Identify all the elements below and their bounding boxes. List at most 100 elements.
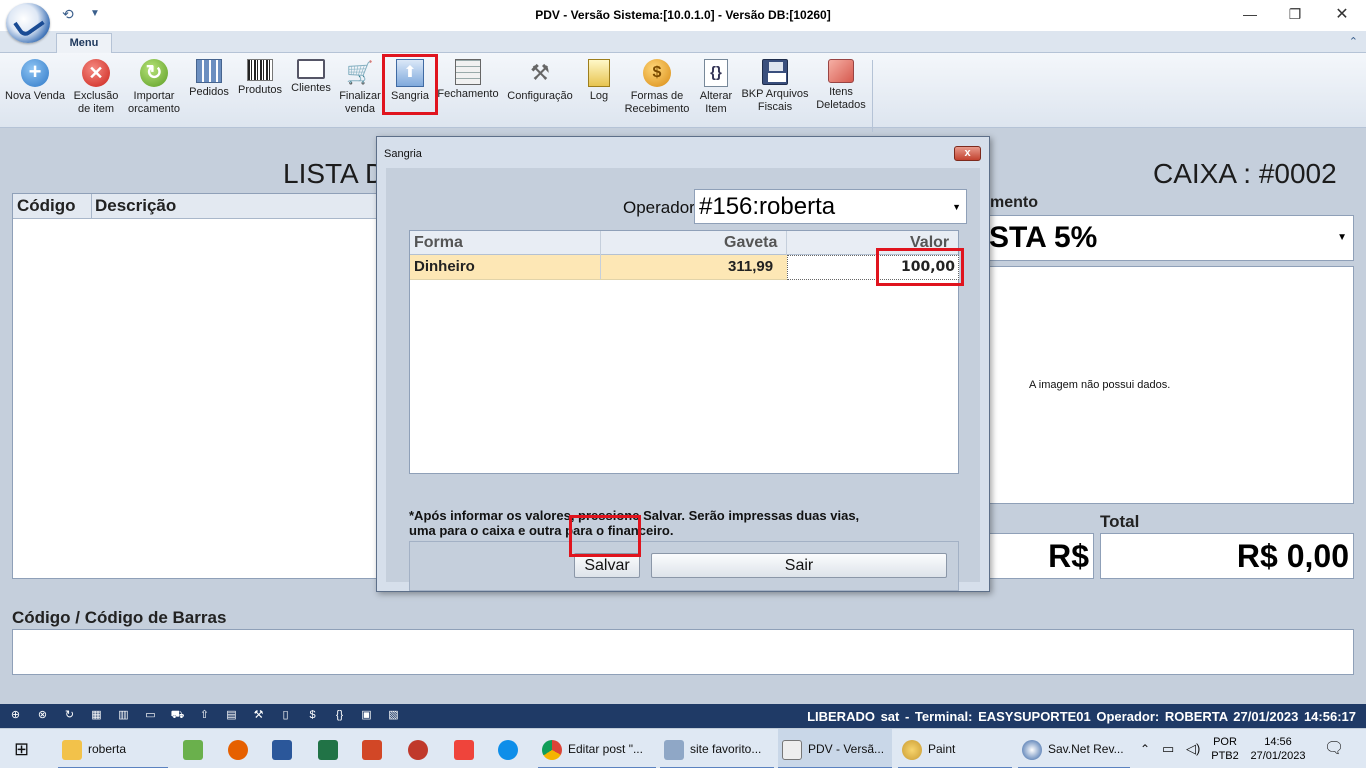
- volume-icon[interactable]: ◁): [1186, 729, 1200, 768]
- upload-arrow-icon[interactable]: ⇧: [197, 708, 212, 723]
- ccleaner-icon: [408, 739, 428, 760]
- import-refresh-icon: ↻: [140, 59, 168, 87]
- import-refresh-icon[interactable]: ↻: [62, 708, 77, 723]
- dialog-close-button[interactable]: x: [954, 146, 981, 161]
- items-grid[interactable]: Código Descrição: [12, 193, 382, 579]
- itens-deletados-button[interactable]: Itens Deletados: [814, 57, 868, 123]
- close-icon[interactable]: ✕: [1332, 4, 1352, 24]
- barcode-input[interactable]: [12, 629, 1354, 675]
- document-icon: [664, 739, 684, 760]
- input-language[interactable]: POR PTB2: [1210, 735, 1240, 763]
- floppy-disk-icon[interactable]: ▣: [359, 708, 374, 723]
- deleted-items-icon: [828, 59, 854, 83]
- alterar-item-label: Alterar Item: [699, 90, 733, 115]
- exclusao-item-button[interactable]: ✕ Exclusão de item: [70, 57, 122, 123]
- status-info: LIBERADO sat - Terminal: EASYSUPORTE01 O…: [807, 709, 1356, 724]
- column-gaveta[interactable]: Gaveta: [724, 234, 777, 252]
- taskbar-item-pdv[interactable]: PDV - Versã...: [778, 729, 892, 768]
- app-logo[interactable]: [6, 3, 50, 43]
- orders-grid-icon[interactable]: ▦: [89, 708, 104, 723]
- total-value-box: R$ 0,00: [1100, 533, 1354, 579]
- client-card-icon[interactable]: ▭: [143, 708, 158, 723]
- ribbon-tab-strip: Menu ⌃: [0, 31, 1366, 53]
- teamviewer-icon: [498, 739, 518, 760]
- taskbar-item-savnet[interactable]: Sav.Net Rev...: [1018, 729, 1130, 768]
- minimize-icon[interactable]: —: [1240, 6, 1260, 22]
- nova-venda-button[interactable]: + Nova Venda: [3, 57, 67, 123]
- taskbar-app-1[interactable]: [183, 729, 209, 768]
- taskbar-item-site[interactable]: site favorito...: [660, 729, 774, 768]
- formas-recebimento-button[interactable]: $ Formas de Recebimento: [622, 57, 692, 123]
- taskbar-app-word[interactable]: [272, 729, 298, 768]
- log-label: Log: [589, 90, 609, 102]
- tab-menu[interactable]: Menu: [56, 33, 112, 53]
- taskbar-app-ccleaner[interactable]: [408, 729, 434, 768]
- calculator-icon[interactable]: ▤: [224, 708, 239, 723]
- chevron-down-icon[interactable]: ▼: [1337, 216, 1347, 260]
- plus-circle-icon[interactable]: ⊕: [8, 708, 23, 723]
- payment-select[interactable]: STA 5% ▼: [986, 215, 1354, 261]
- taskbar-label: PDV - Versã...: [808, 742, 885, 756]
- alterar-item-button[interactable]: {} Alterar Item: [694, 57, 738, 123]
- folder-icon: [62, 739, 82, 760]
- taskbar-label: site favorito...: [690, 742, 762, 756]
- sair-button[interactable]: Sair: [651, 553, 947, 578]
- powerpoint-icon: [362, 739, 382, 760]
- fechamento-button[interactable]: Fechamento: [437, 57, 499, 123]
- taskbar-app-teamviewer[interactable]: [498, 729, 524, 768]
- taskbar-item-chrome[interactable]: Editar post "...: [538, 729, 656, 768]
- column-descricao[interactable]: Descrição: [95, 196, 176, 216]
- finalizar-venda-button[interactable]: 🛒 Finalizar venda: [337, 57, 383, 123]
- start-windows-icon[interactable]: ⊞: [14, 729, 29, 768]
- barcode-icon[interactable]: ▥: [116, 708, 131, 723]
- taskbar-item-paint[interactable]: Paint: [898, 729, 1012, 768]
- exclusao-item-label: Exclusão de item: [73, 90, 119, 115]
- clock[interactable]: 14:56 27/01/2023: [1246, 735, 1310, 763]
- column-forma[interactable]: Forma: [414, 234, 463, 252]
- taskbar-label: Paint: [928, 742, 956, 756]
- taskbar-app-excel[interactable]: [318, 729, 344, 768]
- taskbar-app-powerpoint[interactable]: [362, 729, 388, 768]
- operador-select[interactable]: #156:roberta ▼: [694, 189, 967, 224]
- salvar-highlight-box: [569, 515, 641, 557]
- tools-icon: ⚒: [530, 60, 550, 85]
- deleted-items-icon[interactable]: ▧: [386, 708, 401, 723]
- taskbar-app-anydesk[interactable]: [454, 729, 480, 768]
- finalizar-venda-label: Finalizar venda: [339, 90, 381, 115]
- notifications-icon[interactable]: 🗨: [1324, 729, 1344, 768]
- dialog-body: Operador #156:roberta ▼ Forma Gaveta Val…: [386, 168, 980, 591]
- taskbar-app-firefox[interactable]: [228, 729, 254, 768]
- configuracao-button[interactable]: ⚒ Configuração: [505, 57, 575, 123]
- chevron-down-icon[interactable]: ▼: [952, 191, 961, 224]
- language-code: POR: [1213, 736, 1237, 748]
- client-card-icon: [297, 59, 325, 79]
- column-separator: [91, 194, 92, 219]
- tools-icon[interactable]: ⚒: [251, 708, 266, 723]
- restore-icon[interactable]: ❐: [1285, 6, 1305, 23]
- ribbon-collapse-icon[interactable]: ⌃: [1349, 35, 1358, 48]
- delete-x-icon[interactable]: ⊗: [35, 708, 50, 723]
- cart-icon[interactable]: ⛟: [170, 708, 185, 723]
- cart-icon: 🛒: [346, 60, 374, 85]
- firefox-icon: [228, 739, 248, 760]
- tray-chevron-up-icon[interactable]: ⌃: [1140, 729, 1150, 768]
- clientes-button[interactable]: Clientes: [288, 57, 334, 123]
- itens-deletados-label: Itens Deletados: [816, 86, 866, 111]
- edit-braces-icon[interactable]: {}: [332, 708, 347, 723]
- bkp-arquivos-fiscais-button[interactable]: BKP Arquivos Fiscais: [740, 57, 810, 123]
- pedidos-button[interactable]: Pedidos: [186, 57, 232, 123]
- taskbar-label: Sav.Net Rev...: [1048, 742, 1124, 756]
- column-separator: [600, 231, 601, 255]
- subtotal-value-box: R$ 0,00: [986, 533, 1094, 579]
- edit-braces-icon: {}: [704, 59, 728, 87]
- ribbon-group-divider: [872, 60, 873, 132]
- importar-orcamento-button[interactable]: ↻ Importar orcamento: [124, 57, 184, 123]
- produtos-button[interactable]: Produtos: [234, 57, 286, 123]
- log-document-icon[interactable]: ▯: [278, 708, 293, 723]
- column-separator: [786, 231, 787, 255]
- taskbar-item-roberta[interactable]: roberta: [58, 729, 168, 768]
- column-codigo[interactable]: Código: [17, 196, 76, 216]
- network-icon[interactable]: ▭: [1162, 729, 1174, 768]
- log-button[interactable]: Log: [582, 57, 616, 123]
- coins-icon[interactable]: $: [305, 708, 320, 723]
